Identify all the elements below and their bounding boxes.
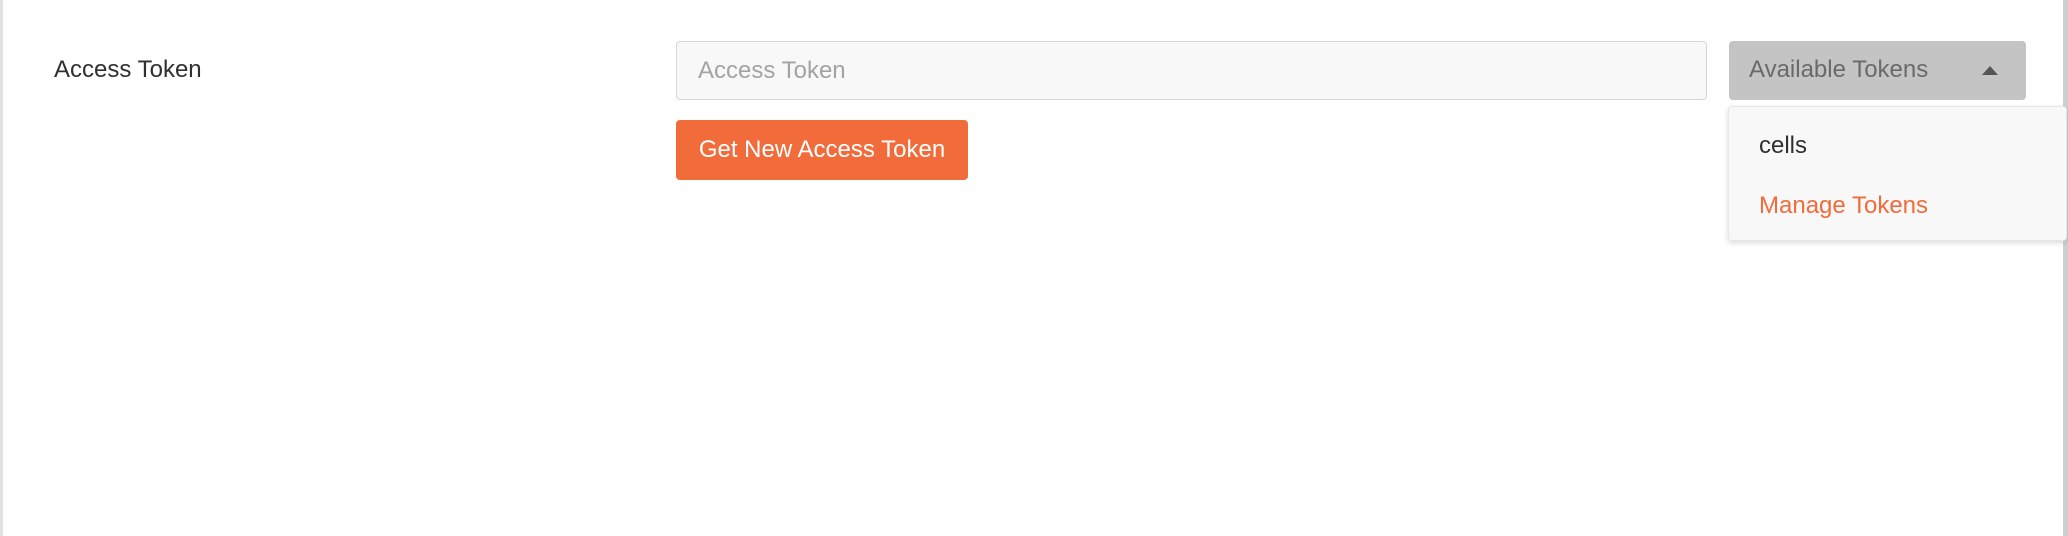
- scrollbar-track[interactable]: [2063, 0, 2068, 536]
- access-token-input[interactable]: [676, 41, 1707, 100]
- access-token-label: Access Token: [54, 56, 202, 83]
- panel-left-border: [0, 0, 3, 536]
- caret-up-icon: [1982, 66, 1998, 75]
- available-tokens-label: Available Tokens: [1749, 56, 1929, 83]
- available-tokens-menu: cells Manage Tokens: [1728, 106, 2067, 241]
- auth-panel: Access Token Get New Access Token Availa…: [0, 0, 2068, 536]
- menu-item-token-cells[interactable]: cells: [1759, 130, 1807, 162]
- available-tokens-dropdown[interactable]: Available Tokens: [1729, 41, 2026, 100]
- get-new-access-token-button[interactable]: Get New Access Token: [676, 120, 968, 180]
- menu-item-manage-tokens[interactable]: Manage Tokens: [1759, 190, 1928, 222]
